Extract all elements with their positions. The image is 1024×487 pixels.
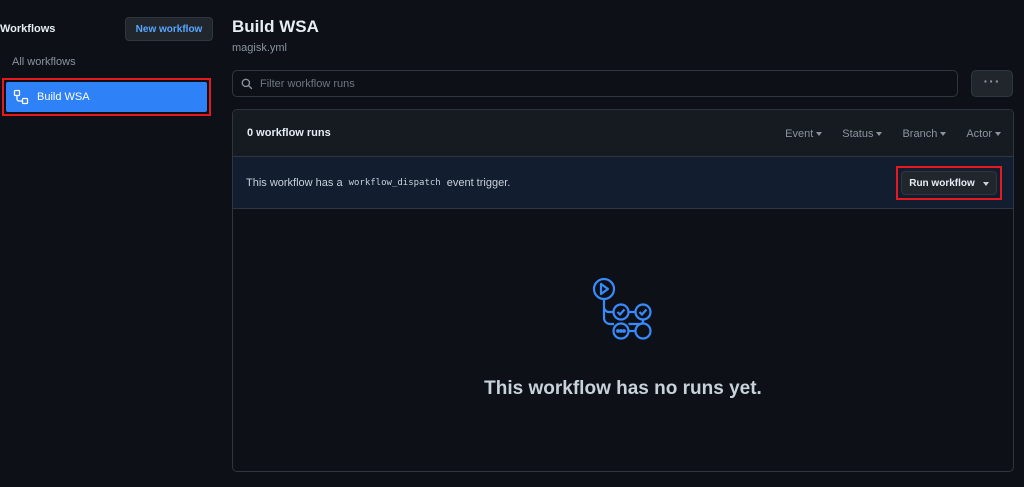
run-workflow-highlight: Run workflow	[896, 166, 1002, 200]
actor-filter-menu[interactable]: Actor	[966, 128, 1001, 140]
sidebar-title: Workflows	[0, 23, 56, 35]
page-title: Build WSA	[232, 17, 319, 36]
empty-state-message: This workflow has no runs yet.	[484, 378, 762, 399]
dispatch-text-after: event trigger.	[446, 176, 511, 189]
run-workflow-button[interactable]: Run workflow	[901, 171, 997, 195]
dispatch-text-before: This workflow has a	[246, 176, 343, 189]
app: Workflows New workflow All workflows Bui…	[0, 0, 1024, 487]
sidebar-item-build-wsa-highlight: Build WSA	[2, 78, 211, 116]
chevron-down-icon	[876, 132, 883, 136]
event-filter-label: Event	[785, 127, 814, 140]
actions-workflow-icon	[592, 277, 652, 340]
event-filter-menu[interactable]: Event	[785, 127, 823, 140]
filter-input[interactable]	[260, 77, 940, 90]
run-workflow-label: Run workflow	[909, 177, 975, 189]
main-content: Build WSA magisk.yml ··· 0 workflow runs…	[232, 0, 1014, 487]
branch-filter-label: Branch	[902, 127, 938, 140]
workflow-icon	[13, 89, 29, 105]
status-filter-label: Status	[842, 127, 874, 140]
filter-box[interactable]	[232, 70, 958, 97]
actor-filter-label: Actor	[966, 127, 992, 140]
chevron-down-icon	[940, 132, 947, 136]
runs-header: 0 workflow runs Event Status Branch Acto…	[233, 110, 1013, 157]
search-icon	[241, 78, 253, 89]
new-workflow-button[interactable]: New workflow	[125, 17, 213, 41]
sidebar-item-build-wsa[interactable]: Build WSA	[6, 82, 207, 112]
runs-panel: 0 workflow runs Event Status Branch Acto…	[232, 109, 1014, 472]
sidebar: Workflows New workflow All workflows Bui…	[0, 0, 222, 487]
dispatch-banner: This workflow has a workflow_dispatch ev…	[233, 157, 1013, 209]
more-options-button[interactable]: ···	[971, 70, 1013, 97]
sidebar-item-label: Build WSA	[37, 91, 90, 103]
branch-filter-menu[interactable]: Branch	[902, 127, 947, 140]
chevron-down-icon	[816, 132, 823, 136]
chevron-down-icon	[982, 181, 989, 186]
status-filter-menu[interactable]: Status	[842, 127, 883, 140]
all-workflows-link[interactable]: All workflows	[12, 56, 76, 68]
filter-menus: Event Status Branch Actor	[785, 110, 1001, 157]
workflow-file-link[interactable]: magisk.yml	[232, 42, 287, 54]
runs-count: 0 workflow runs	[247, 127, 331, 139]
chevron-down-icon	[995, 132, 1001, 136]
dispatch-code: workflow_dispatch	[348, 177, 441, 188]
empty-state: This workflow has no runs yet.	[233, 209, 1013, 471]
